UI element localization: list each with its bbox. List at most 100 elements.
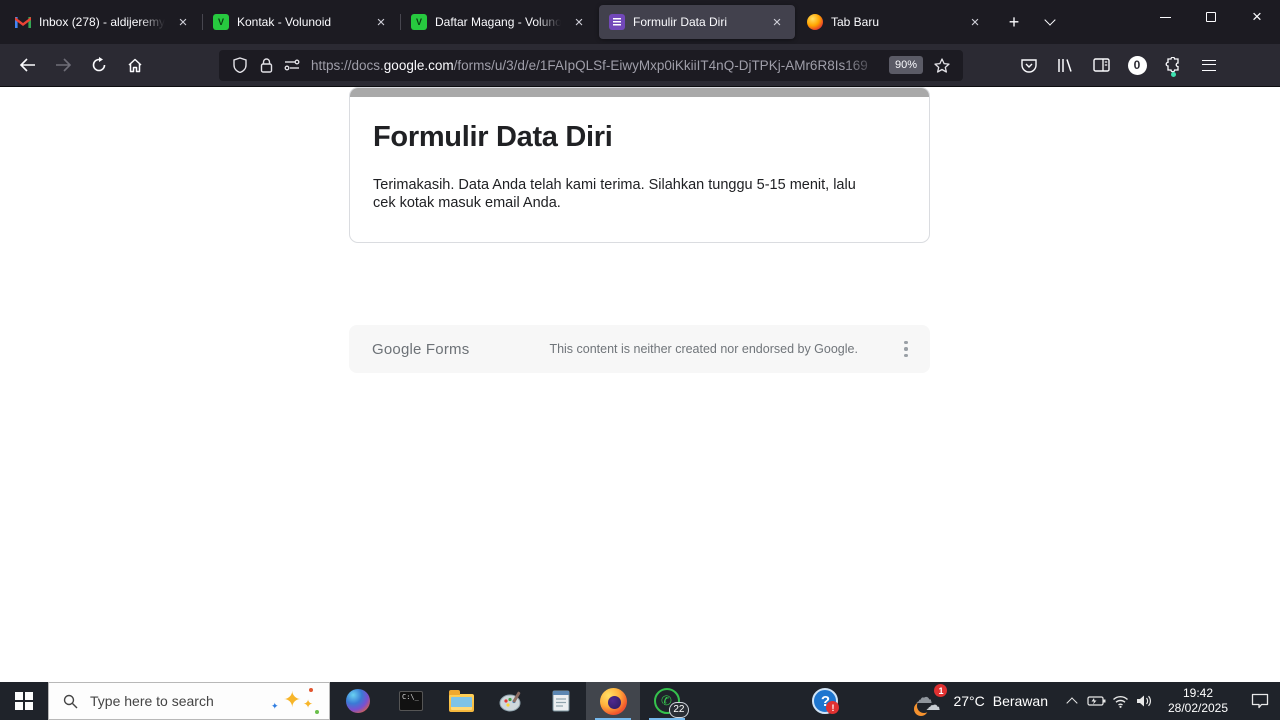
weather-cloudy-night-icon: ☁ ☁ 1 [915,684,948,715]
google-forms-footer: Google Forms This content is neither cre… [349,325,930,373]
copilot-icon [346,689,370,713]
window-controls: × [1142,0,1280,34]
chevron-down-icon [1044,14,1056,26]
footer-disclaimer: This content is neither created nor endo… [549,342,858,356]
library-icon[interactable] [1048,50,1082,80]
taskbar-clock[interactable]: 19:42 28/02/2025 [1156,682,1240,720]
tab-close-icon[interactable]: × [173,12,193,32]
reload-button[interactable] [82,50,116,80]
command-prompt-button[interactable]: C:\_ [386,682,436,720]
firefox-icon [807,14,823,30]
volume-icon[interactable] [1132,682,1156,720]
maximize-icon [1206,12,1216,22]
tab-strip: Inbox (278) - aldijeremynain × V Kontak … [0,0,1066,44]
windows-logo-icon [15,692,33,710]
back-icon [19,58,35,72]
extension-o-icon[interactable]: 0 [1120,50,1154,80]
navbar-right-icons: 0 [1011,50,1227,80]
notepad-icon [552,690,570,712]
file-explorer-icon [448,690,474,712]
tracking-protection-shield-icon[interactable] [227,54,253,76]
form-title: Formulir Data Diri [373,121,613,153]
tab-kontak-volunoid[interactable]: V Kontak - Volunoid × [203,5,401,39]
get-help-button[interactable]: ? ! [799,682,851,720]
tab-title: Formulir Data Diri [633,15,728,29]
notification-bubble-icon [1251,693,1269,709]
footer-kebab-menu-icon[interactable] [904,340,908,358]
paint-button[interactable] [486,682,536,720]
volunoid-icon: V [411,14,427,30]
tray-show-hidden-icons-button[interactable] [1060,682,1084,720]
firefox-icon [599,687,627,715]
whatsapp-unread-badge: 22 [669,701,689,718]
tab-gmail-inbox[interactable]: Inbox (278) - aldijeremynain × [5,5,203,39]
form-confirmation-message: Terimakasih. Data Anda telah kami terima… [373,177,856,211]
tab-title: Kontak - Volunoid [237,15,332,29]
window-minimize-button[interactable] [1142,0,1188,34]
app-menu-hamburger-icon[interactable] [1192,50,1226,80]
page-viewport: Formulir Data Diri Terimakasih. Data And… [0,87,1280,682]
home-button[interactable] [118,50,152,80]
weather-alert-badge: 1 [934,684,948,697]
reload-icon [92,57,106,72]
tab-close-icon[interactable]: × [767,12,787,32]
browser-navbar: https://docs.google.com/forms/u/3/d/e/1F… [0,44,1280,87]
form-confirmation-card: Formulir Data Diri Terimakasih. Data And… [349,87,930,243]
taskbar-weather-widget[interactable]: ☁ ☁ 1 27°C Berawan [903,682,1060,720]
battery-status-icon[interactable] [1084,682,1108,720]
clock-date: 28/02/2025 [1167,701,1229,715]
whatsapp-taskbar-button[interactable]: ✆ 22 [640,682,694,720]
form-theme-bar [350,88,929,97]
google-forms-logo[interactable]: Google Forms [372,341,469,358]
bookmark-star-icon[interactable] [929,54,955,76]
tab-close-icon[interactable]: × [965,12,985,32]
taskbar-search-input[interactable]: Type here to search ✦ ✦ ✦ [48,682,330,720]
url-text[interactable]: https://docs.google.com/forms/u/3/d/e/1F… [311,58,883,73]
chevron-up-icon [1066,696,1078,709]
weather-temperature: 27°C [953,693,985,709]
window-maximize-button[interactable] [1188,0,1234,34]
back-button[interactable] [10,50,44,80]
new-tab-button[interactable]: + [998,6,1030,38]
weather-condition: Berawan [992,693,1048,709]
search-icon [63,694,78,708]
permissions-icon[interactable] [279,54,305,76]
command-prompt-icon: C:\_ [399,691,423,711]
window-close-button[interactable]: × [1234,0,1280,34]
browser-titlebar: Inbox (278) - aldijeremynain × V Kontak … [0,0,1280,44]
wifi-icon[interactable] [1108,682,1132,720]
tab-title: Daftar Magang - Volunoid [435,15,561,29]
tab-title: Tab Baru [831,15,880,29]
pocket-icon[interactable] [1012,50,1046,80]
volunoid-icon: V [213,14,229,30]
file-explorer-button[interactable] [436,682,486,720]
tab-close-icon[interactable]: × [569,12,589,32]
zoom-level-badge[interactable]: 90% [888,56,923,74]
search-placeholder: Type here to search [90,693,214,709]
sidebars-icon[interactable] [1084,50,1118,80]
bing-ai-sparkles-icon: ✦ ✦ ✦ [265,686,321,716]
extensions-puzzle-icon[interactable] [1156,50,1190,80]
lock-icon[interactable] [253,54,279,76]
paint-icon [499,691,521,712]
url-bar[interactable]: https://docs.google.com/forms/u/3/d/e/1F… [219,49,963,81]
notepad-button[interactable] [536,682,586,720]
clock-time: 19:42 [1182,686,1214,700]
firefox-taskbar-button[interactable] [586,682,640,720]
extension-notification-dot [1171,72,1176,77]
windows-taskbar: Type here to search ✦✦✦ C:\_ ✆ 22 ? ! [0,682,1280,720]
tab-close-icon[interactable]: × [371,12,391,32]
home-icon [128,58,142,72]
copilot-button[interactable] [330,682,386,720]
tab-daftar-magang[interactable]: V Daftar Magang - Volunoid × [401,5,597,39]
forward-button[interactable] [46,50,80,80]
start-button[interactable] [0,682,48,720]
gmail-icon [15,14,31,30]
list-all-tabs-button[interactable] [1034,6,1066,38]
tab-formulir-data-diri-active[interactable]: Formulir Data Diri × [599,5,795,39]
tab-tab-baru[interactable]: Tab Baru × [797,5,993,39]
tab-title: Inbox (278) - aldijeremynain [39,15,165,29]
minimize-icon [1159,16,1171,18]
google-forms-icon [609,14,625,30]
action-center-button[interactable] [1240,682,1280,720]
